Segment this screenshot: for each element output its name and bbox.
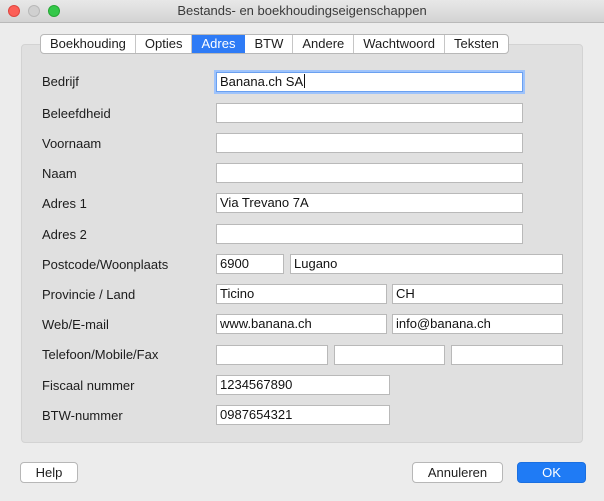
company-field[interactable]: Banana.ch SA (216, 72, 523, 92)
vat-number-label: BTW-nummer (42, 408, 123, 423)
fax-field[interactable] (451, 345, 563, 365)
last-name-label: Naam (42, 166, 77, 181)
company-value: Banana.ch SA (220, 74, 304, 89)
tab-adres[interactable]: Adres (192, 35, 246, 53)
tab-boekhouding[interactable]: Boekhouding (41, 35, 136, 53)
first-name-field[interactable] (216, 133, 523, 153)
address1-label: Adres 1 (42, 196, 87, 211)
ok-button[interactable]: OK (517, 462, 586, 483)
web-email-label: Web/E-mail (42, 317, 109, 332)
phones-label: Telefoon/Mobile/Fax (42, 347, 159, 362)
country-field[interactable]: CH (392, 284, 563, 304)
title-bar: Bestands- en boekhoudingseigenschappen (0, 0, 604, 23)
last-name-field[interactable] (216, 163, 523, 183)
fiscal-number-field[interactable]: 1234567890 (216, 375, 390, 395)
tab-teksten[interactable]: Teksten (445, 35, 508, 53)
courtesy-field[interactable] (216, 103, 523, 123)
mobile-field[interactable] (334, 345, 445, 365)
window-title: Bestands- en boekhoudingseigenschappen (177, 3, 427, 18)
vat-number-field[interactable]: 0987654321 (216, 405, 390, 425)
help-button[interactable]: Help (20, 462, 78, 483)
address2-field[interactable] (216, 224, 523, 244)
web-field[interactable]: www.banana.ch (216, 314, 387, 334)
address2-label: Adres 2 (42, 227, 87, 242)
courtesy-label: Beleefdheid (42, 106, 111, 121)
province-country-label: Provincie / Land (42, 287, 136, 302)
zip-field[interactable]: 6900 (216, 254, 284, 274)
tab-andere[interactable]: Andere (293, 35, 355, 53)
tab-btw[interactable]: BTW (245, 35, 294, 53)
company-label: Bedrijf (42, 74, 79, 89)
fiscal-number-label: Fiscaal nummer (42, 378, 135, 393)
tab-opties[interactable]: Opties (136, 35, 193, 53)
zip-city-label: Postcode/Woonplaats (42, 257, 169, 272)
city-field[interactable]: Lugano (290, 254, 563, 274)
tab-wachtwoord[interactable]: Wachtwoord (354, 35, 446, 53)
province-field[interactable]: Ticino (216, 284, 387, 304)
first-name-label: Voornaam (42, 136, 102, 151)
tab-bar: Boekhouding Opties Adres BTW Andere Wach… (40, 34, 509, 54)
address1-field[interactable]: Via Trevano 7A (216, 193, 523, 213)
cancel-button[interactable]: Annuleren (412, 462, 503, 483)
text-caret (304, 74, 306, 88)
email-field[interactable]: info@banana.ch (392, 314, 563, 334)
phone-field[interactable] (216, 345, 328, 365)
